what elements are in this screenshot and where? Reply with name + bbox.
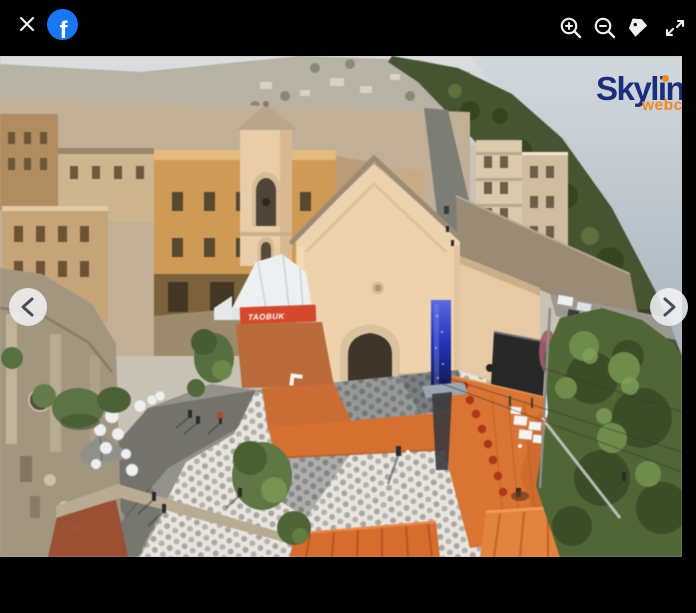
viewer-top-bar: f <box>0 0 696 56</box>
facebook-logo[interactable]: f <box>47 9 78 40</box>
facebook-f-letter: f <box>60 19 68 40</box>
chevron-left-icon <box>9 288 47 326</box>
watermark-i-dot <box>662 75 669 82</box>
webcam-scene: TAOBUK <box>0 56 682 557</box>
zoom-in-button[interactable] <box>557 14 585 42</box>
zoom-in-icon <box>557 14 585 42</box>
zoom-out-icon <box>591 14 619 42</box>
tag-photo-button[interactable] <box>625 14 653 42</box>
fullscreen-button[interactable] <box>661 14 689 42</box>
chevron-right-icon <box>650 288 688 326</box>
close-button[interactable] <box>16 13 38 35</box>
watermark-sub: webcams <box>642 98 682 114</box>
close-icon <box>16 13 38 35</box>
fullscreen-icon <box>661 14 689 42</box>
tag-icon <box>625 14 653 42</box>
skyline-watermark: Skyline webcams <box>596 72 682 114</box>
next-photo-button[interactable] <box>650 288 688 326</box>
zoom-out-button[interactable] <box>591 14 619 42</box>
photo-viewport: TAOBUK <box>0 56 682 557</box>
previous-photo-button[interactable] <box>9 288 47 326</box>
taobuk-banner-text: TAOBUK <box>248 312 286 322</box>
